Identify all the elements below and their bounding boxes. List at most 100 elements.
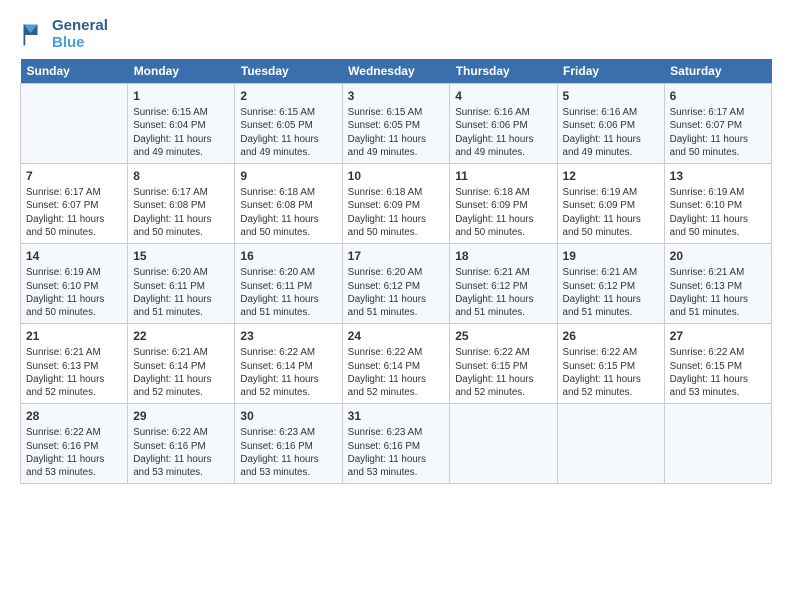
day-info: Sunrise: 6:19 AM Sunset: 6:10 PM Dayligh… — [26, 266, 122, 319]
day-number: 8 — [133, 168, 229, 184]
day-info: Sunrise: 6:22 AM Sunset: 6:14 PM Dayligh… — [240, 346, 336, 399]
calendar-week-1: 1 Sunrise: 6:15 AM Sunset: 6:04 PM Daylig… — [21, 84, 772, 164]
weekday-header-tuesday: Tuesday — [235, 59, 342, 84]
calendar-cell: 21 Sunrise: 6:21 AM Sunset: 6:13 PM Dayli… — [21, 324, 128, 404]
calendar-cell: 5 Sunrise: 6:16 AM Sunset: 6:06 PM Daylig… — [557, 84, 664, 164]
day-number: 6 — [670, 88, 766, 104]
day-info: Sunrise: 6:22 AM Sunset: 6:16 PM Dayligh… — [133, 426, 229, 479]
weekday-header-sunday: Sunday — [21, 59, 128, 84]
day-number: 25 — [455, 328, 551, 344]
day-number: 19 — [563, 248, 659, 264]
calendar-cell — [450, 404, 557, 484]
weekday-header-row: SundayMondayTuesdayWednesdayThursdayFrid… — [21, 59, 772, 84]
day-number: 2 — [240, 88, 336, 104]
logo: General Blue — [20, 18, 108, 51]
calendar-cell: 6Sunrise: 6:17 AM Sunset: 6:07 PM Daylig… — [664, 84, 771, 164]
weekday-header-wednesday: Wednesday — [342, 59, 450, 84]
calendar-cell: 13 Sunrise: 6:19 AM Sunset: 6:10 PM Dayli… — [664, 164, 771, 244]
day-info: Sunrise: 6:16 AM Sunset: 6:06 PM Dayligh… — [455, 106, 551, 159]
calendar-cell: 12Sunrise: 6:19 AM Sunset: 6:09 PM Dayli… — [557, 164, 664, 244]
weekday-header-saturday: Saturday — [664, 59, 771, 84]
day-info: Sunrise: 6:15 AM Sunset: 6:04 PM Dayligh… — [133, 106, 229, 159]
header-row: General Blue — [20, 18, 772, 51]
day-info: Sunrise: 6:22 AM Sunset: 6:16 PM Dayligh… — [26, 426, 122, 479]
day-info: Sunrise: 6:17 AM Sunset: 6:07 PM Dayligh… — [26, 186, 122, 239]
calendar-week-2: 7 Sunrise: 6:17 AM Sunset: 6:07 PM Daylig… — [21, 164, 772, 244]
day-number: 5 — [563, 88, 659, 104]
day-number: 15 — [133, 248, 229, 264]
calendar-cell: 2 Sunrise: 6:15 AM Sunset: 6:05 PM Daylig… — [235, 84, 342, 164]
day-number: 3 — [348, 88, 445, 104]
day-number: 20 — [670, 248, 766, 264]
calendar-cell: 10 Sunrise: 6:18 AM Sunset: 6:09 PM Dayli… — [342, 164, 450, 244]
calendar-cell: 28Sunrise: 6:22 AM Sunset: 6:16 PM Dayli… — [21, 404, 128, 484]
weekday-header-friday: Friday — [557, 59, 664, 84]
weekday-header-monday: Monday — [128, 59, 235, 84]
calendar-cell: 30 Sunrise: 6:23 AM Sunset: 6:16 PM Dayli… — [235, 404, 342, 484]
day-number: 22 — [133, 328, 229, 344]
logo-icon — [20, 21, 48, 49]
calendar-cell: 17Sunrise: 6:20 AM Sunset: 6:12 PM Dayli… — [342, 244, 450, 324]
calendar-cell: 14 Sunrise: 6:19 AM Sunset: 6:10 PM Dayli… — [21, 244, 128, 324]
day-number: 13 — [670, 168, 766, 184]
day-info: Sunrise: 6:21 AM Sunset: 6:13 PM Dayligh… — [670, 266, 766, 319]
calendar-cell: 16 Sunrise: 6:20 AM Sunset: 6:11 PM Dayli… — [235, 244, 342, 324]
day-info: Sunrise: 6:18 AM Sunset: 6:09 PM Dayligh… — [348, 186, 445, 239]
day-info: Sunrise: 6:22 AM Sunset: 6:15 PM Dayligh… — [670, 346, 766, 399]
day-info: Sunrise: 6:22 AM Sunset: 6:14 PM Dayligh… — [348, 346, 445, 399]
day-number: 23 — [240, 328, 336, 344]
day-number: 27 — [670, 328, 766, 344]
calendar-cell: 29 Sunrise: 6:22 AM Sunset: 6:16 PM Dayli… — [128, 404, 235, 484]
page-container: General Blue SundayMondayTuesdayWednesda… — [0, 0, 792, 494]
logo-text: General Blue — [52, 18, 108, 51]
day-info: Sunrise: 6:21 AM Sunset: 6:12 PM Dayligh… — [563, 266, 659, 319]
calendar-week-4: 21 Sunrise: 6:21 AM Sunset: 6:13 PM Dayli… — [21, 324, 772, 404]
day-info: Sunrise: 6:20 AM Sunset: 6:11 PM Dayligh… — [240, 266, 336, 319]
day-number: 12 — [563, 168, 659, 184]
day-info: Sunrise: 6:18 AM Sunset: 6:09 PM Dayligh… — [455, 186, 551, 239]
day-info: Sunrise: 6:21 AM Sunset: 6:14 PM Dayligh… — [133, 346, 229, 399]
calendar-cell: 11 Sunrise: 6:18 AM Sunset: 6:09 PM Dayli… — [450, 164, 557, 244]
day-number: 26 — [563, 328, 659, 344]
day-info: Sunrise: 6:20 AM Sunset: 6:12 PM Dayligh… — [348, 266, 445, 319]
calendar-cell: 20 Sunrise: 6:21 AM Sunset: 6:13 PM Dayli… — [664, 244, 771, 324]
day-info: Sunrise: 6:22 AM Sunset: 6:15 PM Dayligh… — [563, 346, 659, 399]
day-number: 16 — [240, 248, 336, 264]
calendar-header: SundayMondayTuesdayWednesdayThursdayFrid… — [21, 59, 772, 84]
calendar-week-5: 28Sunrise: 6:22 AM Sunset: 6:16 PM Dayli… — [21, 404, 772, 484]
calendar-body: 1 Sunrise: 6:15 AM Sunset: 6:04 PM Daylig… — [21, 84, 772, 484]
calendar-cell: 24 Sunrise: 6:22 AM Sunset: 6:14 PM Dayli… — [342, 324, 450, 404]
day-info: Sunrise: 6:16 AM Sunset: 6:06 PM Dayligh… — [563, 106, 659, 159]
day-info: Sunrise: 6:15 AM Sunset: 6:05 PM Dayligh… — [240, 106, 336, 159]
day-number: 29 — [133, 408, 229, 424]
calendar-cell: 15 Sunrise: 6:20 AM Sunset: 6:11 PM Dayli… — [128, 244, 235, 324]
day-info: Sunrise: 6:21 AM Sunset: 6:13 PM Dayligh… — [26, 346, 122, 399]
day-number: 24 — [348, 328, 445, 344]
day-number: 18 — [455, 248, 551, 264]
day-number: 4 — [455, 88, 551, 104]
day-info: Sunrise: 6:23 AM Sunset: 6:16 PM Dayligh… — [348, 426, 445, 479]
day-info: Sunrise: 6:18 AM Sunset: 6:08 PM Dayligh… — [240, 186, 336, 239]
calendar-table: SundayMondayTuesdayWednesdayThursdayFrid… — [20, 59, 772, 484]
calendar-cell — [664, 404, 771, 484]
calendar-cell: 18 Sunrise: 6:21 AM Sunset: 6:12 PM Dayli… — [450, 244, 557, 324]
weekday-header-thursday: Thursday — [450, 59, 557, 84]
calendar-cell: 26 Sunrise: 6:22 AM Sunset: 6:15 PM Dayli… — [557, 324, 664, 404]
day-number: 7 — [26, 168, 122, 184]
day-number: 11 — [455, 168, 551, 184]
day-info: Sunrise: 6:20 AM Sunset: 6:11 PM Dayligh… — [133, 266, 229, 319]
day-info: Sunrise: 6:21 AM Sunset: 6:12 PM Dayligh… — [455, 266, 551, 319]
calendar-cell: 7 Sunrise: 6:17 AM Sunset: 6:07 PM Daylig… — [21, 164, 128, 244]
day-number: 10 — [348, 168, 445, 184]
day-info: Sunrise: 6:15 AM Sunset: 6:05 PM Dayligh… — [348, 106, 445, 159]
day-number: 1 — [133, 88, 229, 104]
day-number: 21 — [26, 328, 122, 344]
calendar-cell: 31Sunrise: 6:23 AM Sunset: 6:16 PM Dayli… — [342, 404, 450, 484]
day-number: 14 — [26, 248, 122, 264]
day-number: 9 — [240, 168, 336, 184]
day-info: Sunrise: 6:23 AM Sunset: 6:16 PM Dayligh… — [240, 426, 336, 479]
calendar-week-3: 14 Sunrise: 6:19 AM Sunset: 6:10 PM Dayli… — [21, 244, 772, 324]
day-info: Sunrise: 6:19 AM Sunset: 6:10 PM Dayligh… — [670, 186, 766, 239]
day-number: 30 — [240, 408, 336, 424]
calendar-cell: 9 Sunrise: 6:18 AM Sunset: 6:08 PM Daylig… — [235, 164, 342, 244]
